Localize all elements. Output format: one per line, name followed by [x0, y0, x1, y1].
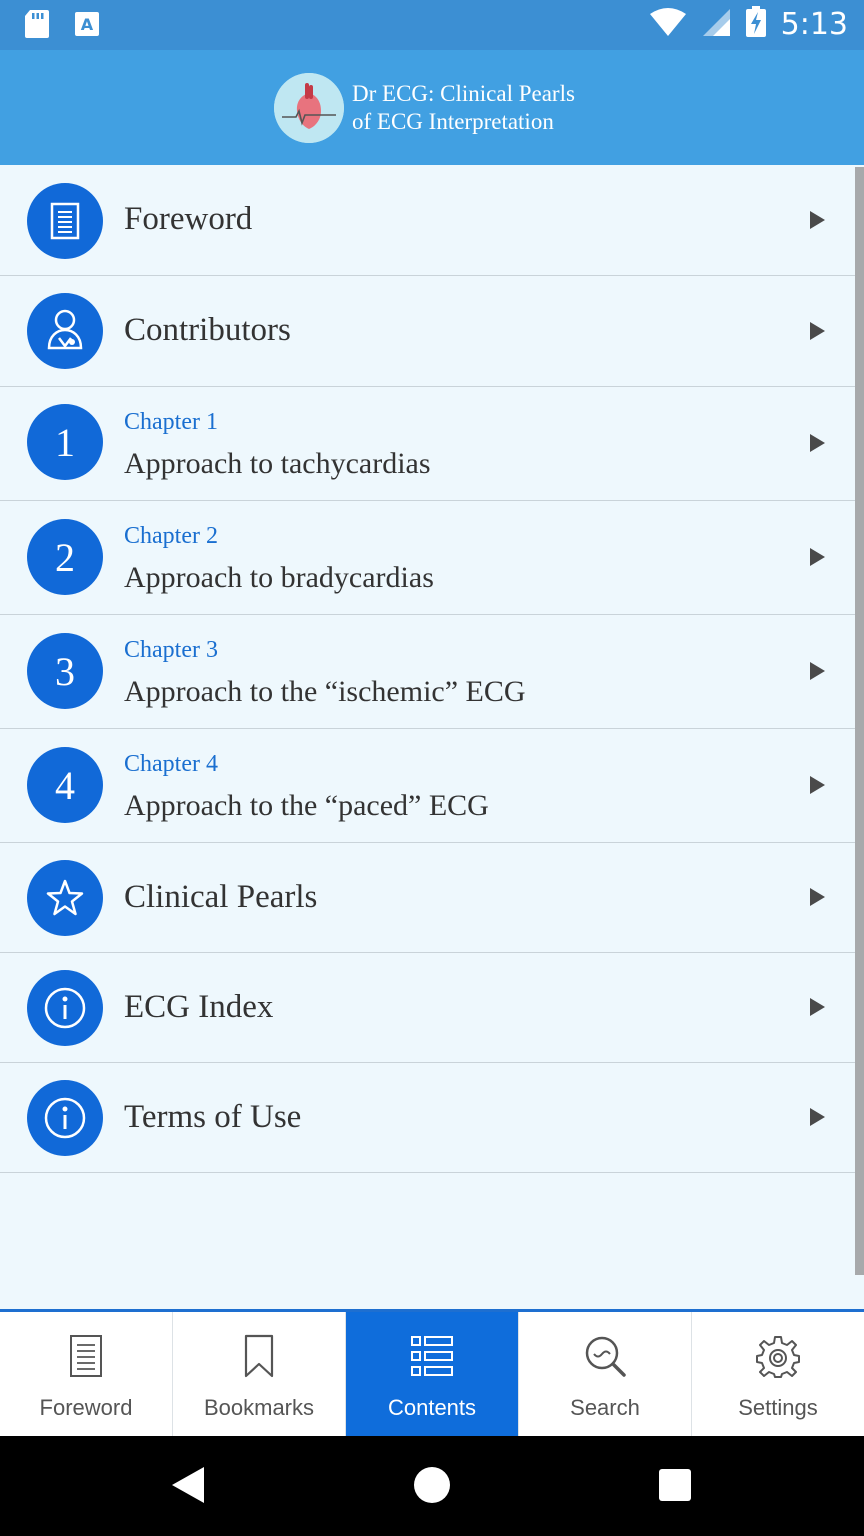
tab-label: Search: [570, 1395, 640, 1420]
tab-foreword[interactable]: Foreword: [0, 1312, 173, 1436]
list-item-contributors[interactable]: Contributors: [0, 276, 855, 387]
document-icon: [27, 183, 103, 259]
contents-list: Foreword Contributors 1 Chapter 1 Approa…: [0, 165, 855, 1173]
back-icon[interactable]: [172, 1467, 204, 1503]
tab-settings[interactable]: Settings: [692, 1312, 864, 1436]
tab-label: Settings: [738, 1395, 818, 1420]
list-item-chapter-2[interactable]: 2 Chapter 2 Approach to bradycardias: [0, 501, 855, 615]
tab-label: Contents: [387, 1395, 477, 1420]
info-icon: [27, 970, 103, 1046]
list-item-label: ECG Index: [124, 989, 274, 1025]
chapter-title: Approach to bradycardias: [124, 561, 434, 594]
search-icon: [583, 1334, 627, 1383]
app-title-line1: Dr ECG: Clinical Pearls: [352, 81, 575, 106]
bottom-navigation: Foreword Bookmarks Contents Search Setti…: [0, 1309, 864, 1436]
list-item-chapter-3[interactable]: 3 Chapter 3 Approach to the “ischemic” E…: [0, 615, 855, 729]
svg-text:A: A: [81, 15, 94, 34]
info-icon: [27, 1080, 103, 1156]
chapter-number: 2: [55, 534, 75, 580]
recent-apps-icon[interactable]: [659, 1469, 691, 1501]
list-item-terms-of-use[interactable]: Terms of Use: [0, 1063, 855, 1173]
app-title: Dr ECG: Clinical Pearls of ECG Interpret…: [352, 80, 575, 136]
list-item-label: Foreword: [124, 201, 253, 237]
chevron-right-icon: [810, 548, 825, 566]
chapter-label: Chapter 1: [124, 409, 218, 435]
chapter-number-badge: 4: [27, 747, 103, 823]
list-item-label: Contributors: [124, 312, 291, 348]
chapter-label: Chapter 3: [124, 637, 218, 663]
list-item-label: Terms of Use: [124, 1099, 302, 1135]
app-header: Dr ECG: Clinical Pearls of ECG Interpret…: [0, 50, 864, 165]
chevron-right-icon: [810, 888, 825, 906]
signal-icon: [701, 7, 731, 42]
list-item-chapter-1[interactable]: 1 Chapter 1 Approach to tachycardias: [0, 387, 855, 501]
tab-search[interactable]: Search: [519, 1312, 692, 1436]
tab-label: Bookmarks: [203, 1395, 315, 1420]
app-title-line2: of ECG Interpretation: [352, 109, 554, 134]
chevron-right-icon: [810, 776, 825, 794]
chevron-right-icon: [810, 998, 825, 1016]
home-icon[interactable]: [414, 1467, 450, 1503]
gear-icon: [756, 1334, 800, 1383]
contributor-icon: [27, 293, 103, 369]
battery-charging-icon: [745, 6, 767, 43]
list-item-chapter-4[interactable]: 4 Chapter 4 Approach to the “paced” ECG: [0, 729, 855, 843]
chapter-number: 4: [55, 762, 75, 808]
clock-time: 5:13: [780, 7, 848, 42]
list-item-label: Clinical Pearls: [124, 879, 318, 915]
sd-card-icon: [24, 9, 50, 44]
bookmark-icon: [242, 1334, 276, 1383]
list-item-foreword[interactable]: Foreword: [0, 165, 855, 276]
chapter-label: Chapter 4: [124, 751, 218, 777]
wifi-icon: [649, 7, 687, 42]
chapter-title: Approach to the “paced” ECG: [124, 789, 489, 822]
chevron-right-icon: [810, 322, 825, 340]
system-navigation-bar: [0, 1436, 864, 1536]
chapter-label: Chapter 2: [124, 523, 218, 549]
chapter-title: Approach to the “ischemic” ECG: [124, 675, 526, 708]
document-icon: [69, 1334, 103, 1383]
list-item-ecg-index[interactable]: ECG Index: [0, 953, 855, 1063]
status-bar: A 5:13: [0, 0, 864, 50]
chevron-right-icon: [810, 662, 825, 680]
chapter-number-badge: 2: [27, 519, 103, 595]
scrollbar[interactable]: [855, 167, 864, 1275]
list-item-clinical-pearls[interactable]: Clinical Pearls: [0, 843, 855, 953]
chapter-number-badge: 3: [27, 633, 103, 709]
chapter-number: 3: [55, 648, 75, 694]
chapter-number: 1: [55, 419, 75, 465]
chevron-right-icon: [810, 1108, 825, 1126]
heart-ecg-logo: [274, 73, 344, 143]
chevron-right-icon: [810, 211, 825, 229]
chevron-right-icon: [810, 434, 825, 452]
chapter-number-badge: 1: [27, 404, 103, 480]
star-icon: [27, 860, 103, 936]
tab-label: Foreword: [39, 1395, 133, 1420]
keyboard-a-icon: A: [74, 9, 100, 44]
chapter-title: Approach to tachycardias: [124, 447, 431, 480]
list-icon: [410, 1334, 454, 1383]
tab-contents[interactable]: Contents: [346, 1312, 519, 1436]
tab-bookmarks[interactable]: Bookmarks: [173, 1312, 346, 1436]
